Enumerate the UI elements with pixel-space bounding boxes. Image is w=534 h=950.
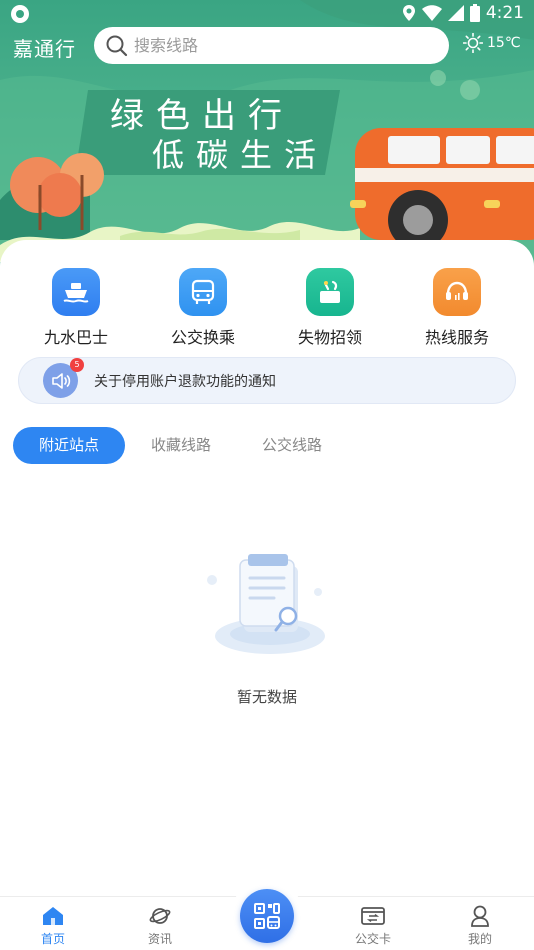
notice-bar[interactable]: 5 关于停用账户退款功能的通知 (18, 357, 516, 404)
card-icon (333, 905, 413, 927)
nav-label: 公交卡 (354, 932, 391, 946)
planet-icon (120, 905, 200, 927)
nav-bus-card[interactable]: 公交卡 (333, 905, 413, 947)
bus-icon (179, 268, 227, 316)
tab-favorite-routes[interactable]: 收藏线路 (139, 427, 223, 464)
notice-text: 关于停用账户退款功能的通知 (94, 373, 276, 390)
search-icon (106, 35, 128, 56)
wifi-icon (421, 5, 442, 21)
status-time: 4:21 (485, 3, 524, 23)
home-icon (13, 905, 93, 927)
empty-state-text: 暂无数据 (236, 688, 297, 706)
nav-label: 首页 (40, 932, 65, 946)
weather-temperature: 15℃ (487, 35, 521, 51)
location-icon (402, 5, 415, 21)
lost-found-icon (306, 268, 354, 316)
app-notification-icon (11, 5, 29, 23)
quick-action-label: 公交换乘 (170, 328, 235, 347)
notice-badge: 5 (70, 358, 84, 372)
search-input[interactable] (134, 36, 434, 55)
search-bar[interactable] (94, 27, 449, 64)
sun-icon (463, 33, 483, 53)
quick-action-jiushui-bus[interactable]: 九水巴士 (16, 268, 136, 348)
user-icon (440, 905, 520, 927)
battery-icon (469, 4, 480, 22)
quick-action-label: 九水巴士 (43, 328, 108, 347)
weather-widget[interactable]: 15℃ (463, 33, 521, 53)
quick-action-lost-found[interactable]: 失物招领 (270, 268, 390, 348)
speaker-icon: 5 (43, 358, 84, 398)
ship-icon (52, 268, 100, 316)
quick-actions: 九水巴士 公交换乘 失物招领 热线服务 (0, 268, 534, 348)
nav-label: 资讯 (147, 932, 172, 946)
banner-text-line2: 低碳生活 (152, 136, 329, 174)
nav-profile[interactable]: 我的 (440, 905, 520, 947)
app-title: 嘉通行 (13, 37, 76, 61)
tab-bus-routes[interactable]: 公交线路 (250, 427, 334, 464)
quick-action-label: 失物招领 (297, 328, 362, 347)
tab-nearby-stations[interactable]: 附近站点 (13, 427, 125, 464)
quick-action-label: 热线服务 (424, 328, 489, 347)
quick-action-hotline[interactable]: 热线服务 (397, 268, 517, 348)
nav-news[interactable]: 资讯 (120, 905, 200, 947)
headset-icon (433, 268, 481, 316)
qr-scan-button[interactable] (240, 889, 294, 943)
quick-action-bus-transfer[interactable]: 公交换乘 (143, 268, 263, 348)
status-bar: 4:21 (0, 0, 534, 28)
nav-label: 我的 (467, 932, 492, 946)
nav-home[interactable]: 首页 (13, 905, 93, 947)
qr-code-icon (254, 903, 280, 929)
empty-state-illustration (207, 554, 325, 654)
signal-icon (447, 5, 464, 21)
